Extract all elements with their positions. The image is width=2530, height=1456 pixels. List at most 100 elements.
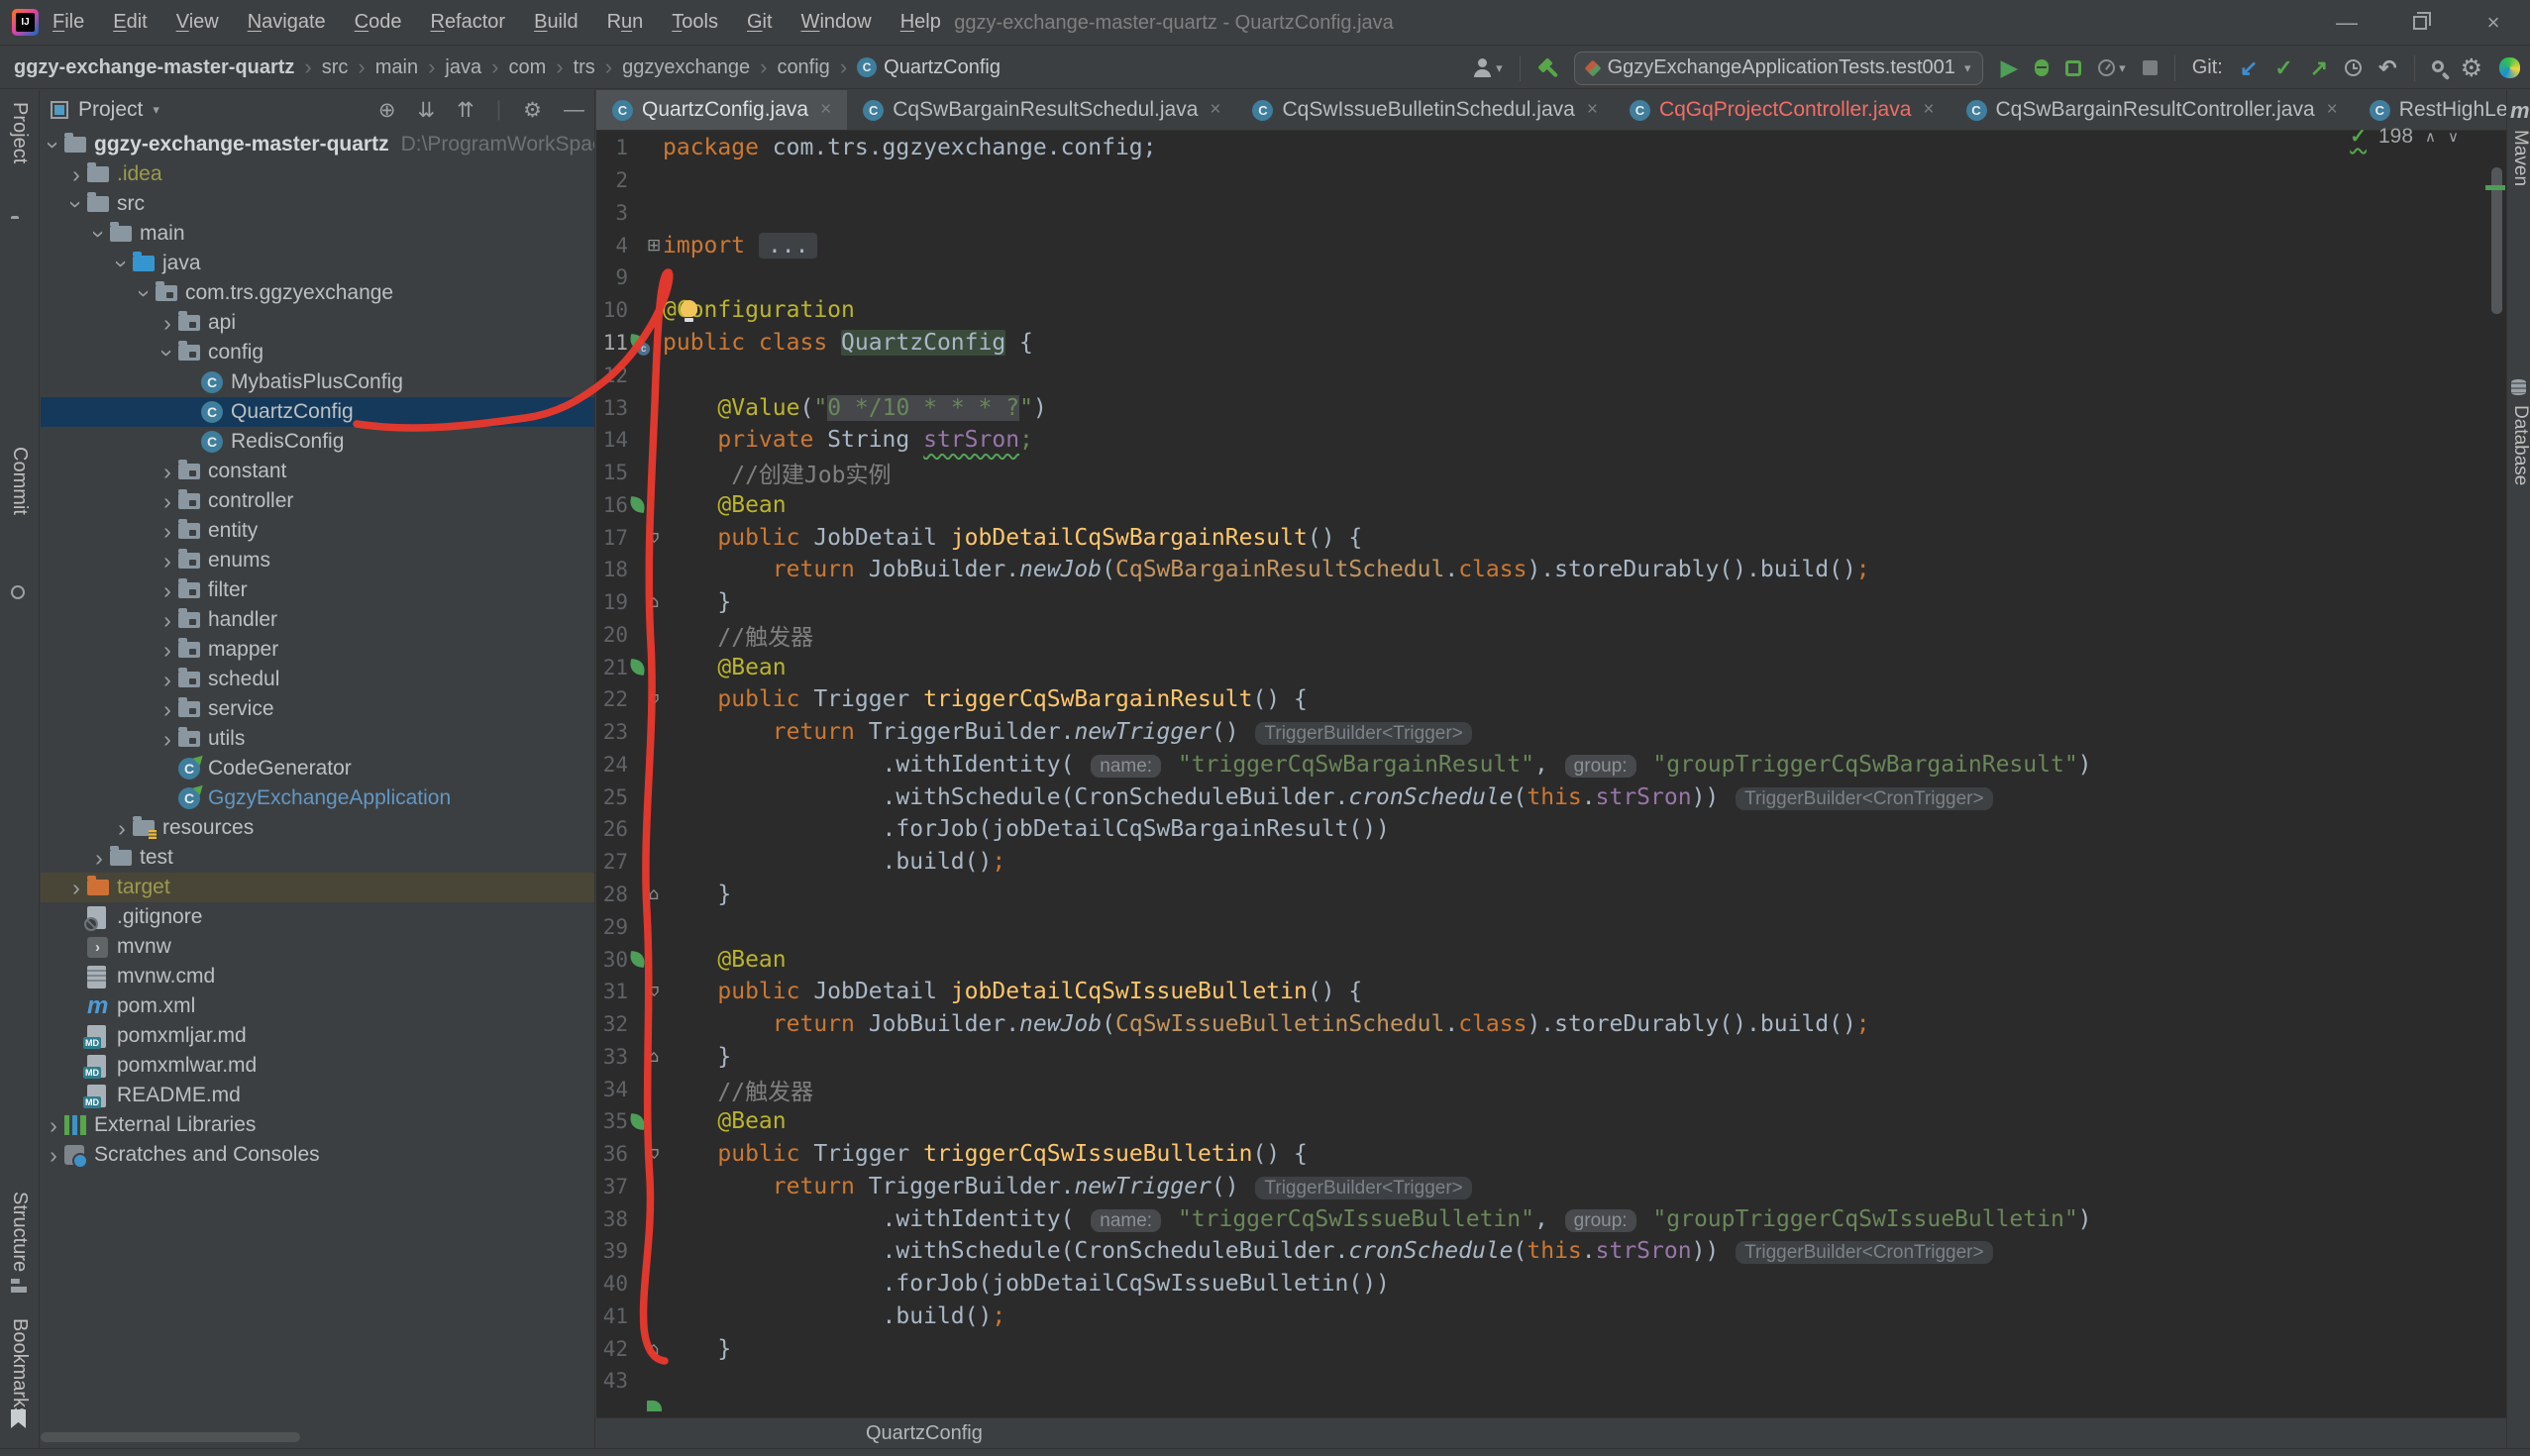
code-line-20[interactable]: 20 //触发器	[596, 618, 2506, 651]
code-line-28[interactable]: 28⌂ }	[596, 879, 2506, 911]
locate-file-button[interactable]: ⊕	[378, 98, 396, 123]
menu-build[interactable]: Build	[534, 11, 578, 34]
git-update-button[interactable]: ↙	[2240, 55, 2258, 81]
settings-button[interactable]: ⚙	[2461, 53, 2482, 83]
minimize-button[interactable]: —	[2310, 0, 2383, 46]
chevron-collapsed-icon[interactable]: ›	[65, 161, 87, 188]
menu-code[interactable]: Code	[355, 11, 402, 34]
search-everywhere-button[interactable]	[2432, 60, 2444, 72]
tree-item-schedul[interactable]: ›schedul	[41, 665, 594, 694]
fold-collapse-icon[interactable]: ⌂	[649, 982, 660, 1001]
tree-item-scratches-and-consoles[interactable]: ›Scratches and Consoles	[41, 1140, 594, 1170]
chevron-expanded-icon[interactable]: ›	[86, 223, 113, 245]
code-line-31[interactable]: 31⌂ public JobDetail jobDetailCqSwIssueB…	[596, 976, 2506, 1008]
tool-stripe-commit[interactable]: Commit	[8, 447, 31, 515]
code-line-9[interactable]: 9	[596, 261, 2506, 294]
close-button[interactable]: ×	[2457, 0, 2530, 46]
breadcrumb-item-src[interactable]: src	[322, 56, 349, 79]
tree-item-resources[interactable]: ›resources	[41, 813, 594, 843]
close-tab-icon[interactable]: ×	[1587, 99, 1598, 121]
tool-stripe-maven[interactable]: Maven	[2509, 130, 2530, 186]
breadcrumb-item-ggzyexchange[interactable]: ggzyexchange	[622, 56, 750, 79]
tree-item-controller[interactable]: ›controller	[41, 486, 594, 516]
code-line-13[interactable]: 13 @Value("0 */10 * * * ?")	[596, 391, 2506, 424]
tree-item-idea[interactable]: ›.idea	[41, 159, 594, 189]
tree-item-readme-md[interactable]: README.md	[41, 1081, 594, 1110]
chevron-collapsed-icon[interactable]: ›	[157, 637, 178, 664]
code-line-37[interactable]: 37 return TriggerBuilder.newTrigger() Tr…	[596, 1171, 2506, 1203]
tree-item-config[interactable]: ›config	[41, 338, 594, 367]
breadcrumb-class[interactable]: QuartzConfig	[866, 1422, 983, 1445]
database-icon[interactable]	[2511, 379, 2526, 395]
code-line-33[interactable]: 33⌂ }	[596, 1040, 2506, 1073]
tree-item-handler[interactable]: ›handler	[41, 605, 594, 635]
tree-item-entity[interactable]: ›entity	[41, 516, 594, 546]
tool-stripe-bookmarks[interactable]: Bookmarks	[8, 1318, 31, 1417]
tree-item-java[interactable]: ›java	[41, 249, 594, 278]
fold-end-icon[interactable]: ⌂	[649, 592, 660, 612]
code-line-42[interactable]: 42⌂ }	[596, 1332, 2506, 1365]
bookmarks-stripe-icon[interactable]	[11, 1409, 26, 1428]
chevron-expanded-icon[interactable]: ›	[109, 253, 136, 274]
close-tab-icon[interactable]: ×	[1210, 99, 1220, 121]
breadcrumb-item-ggzy-exchange-master-quartz[interactable]: ggzy-exchange-master-quartz	[14, 56, 294, 79]
tool-stripe-project[interactable]: Project	[8, 102, 31, 163]
code-line-30[interactable]: 30 @Bean	[596, 943, 2506, 976]
history-button[interactable]	[2345, 59, 2362, 76]
tab-quartzconfig-java[interactable]: CQuartzConfig.java×	[596, 90, 847, 130]
rollback-button[interactable]: ↶	[2378, 55, 2396, 81]
code-line-3[interactable]: 3	[596, 197, 2506, 230]
fold-end-icon[interactable]: ⌂	[649, 1047, 660, 1067]
menu-navigate[interactable]: Navigate	[248, 11, 326, 34]
structure-stripe-icon[interactable]	[11, 1279, 27, 1293]
chevron-collapsed-icon[interactable]: ›	[157, 488, 178, 515]
tree-item-redisconfig[interactable]: CRedisConfig	[41, 427, 594, 457]
chevron-collapsed-icon[interactable]: ›	[111, 815, 133, 842]
menu-edit[interactable]: Edit	[113, 11, 147, 34]
code-line-25[interactable]: 25 .withSchedule(CronScheduleBuilder.cro…	[596, 780, 2506, 813]
tab-cqswbargainresultcontroller-java[interactable]: CCqSwBargainResultController.java×	[1950, 90, 2354, 130]
chevron-collapsed-icon[interactable]: ›	[88, 845, 110, 872]
code-line-40[interactable]: 40 .forJob(jobDetailCqSwIssueBulletin())	[596, 1268, 2506, 1300]
code-line-16[interactable]: 16 @Bean	[596, 488, 2506, 521]
project-view-select[interactable]: Project	[78, 98, 143, 122]
chevron-expanded-icon[interactable]: ›	[41, 134, 67, 156]
menu-file[interactable]: File	[53, 11, 84, 34]
menu-refactor[interactable]: Refactor	[430, 11, 505, 34]
code-line-36[interactable]: 36⌂ public Trigger triggerCqSwIssueBulle…	[596, 1138, 2506, 1171]
code-line-43[interactable]: 43	[596, 1365, 2506, 1398]
menu-help[interactable]: Help	[900, 11, 941, 34]
fold-collapse-icon[interactable]: ⌂	[649, 1144, 660, 1164]
menu-view[interactable]: View	[176, 11, 219, 34]
code-line-26[interactable]: 26 .forJob(jobDetailCqSwBargainResult())	[596, 813, 2506, 846]
tree-item-gitignore[interactable]: .gitignore	[41, 902, 594, 932]
tree-item-constant[interactable]: ›constant	[41, 457, 594, 486]
tree-item-com-trs-ggzyexchange[interactable]: ›com.trs.ggzyexchange	[41, 278, 594, 308]
code-with-me-button[interactable]: ▾	[1474, 58, 1503, 77]
code-line-39[interactable]: 39 .withSchedule(CronScheduleBuilder.cro…	[596, 1235, 2506, 1268]
build-button[interactable]	[1537, 58, 1557, 78]
code-line-12[interactable]: 12	[596, 359, 2506, 391]
code-line-1[interactable]: 1package com.trs.ggzyexchange.config;	[596, 132, 2506, 164]
chevron-expanded-icon[interactable]: ›	[63, 193, 90, 215]
chevron-collapsed-icon[interactable]: ›	[157, 518, 178, 545]
fold-end-icon[interactable]: ⌂	[649, 884, 660, 904]
inspections-widget[interactable]: ✓ 198 ∧ ∨	[2350, 124, 2459, 149]
spring-config-gutter-icon[interactable]	[629, 334, 646, 351]
intention-bulb-icon[interactable]	[681, 300, 697, 317]
code-line-2[interactable]: 2	[596, 164, 2506, 197]
chevron-down-icon[interactable]: ▾	[153, 102, 159, 118]
breadcrumb-item-java[interactable]: java	[445, 56, 481, 79]
tree-item-mapper[interactable]: ›mapper	[41, 635, 594, 665]
tree-item-ggzy-exchange-master-quartz[interactable]: ›ggzy-exchange-master-quartzD:\ProgramWo…	[41, 130, 594, 159]
code-line-32[interactable]: 32 return JobBuilder.newJob(CqSwIssueBul…	[596, 1008, 2506, 1041]
spring-bean-gutter-icon[interactable]	[629, 1113, 646, 1130]
tab-cqgqprojectcontroller-java[interactable]: CCqGqProjectController.java×	[1614, 90, 1950, 130]
code-line-38[interactable]: 38 .withIdentity( name: "triggerCqSwIssu…	[596, 1202, 2506, 1235]
chevron-expanded-icon[interactable]: ›	[132, 282, 158, 304]
tool-stripe-database[interactable]: Database	[2509, 405, 2530, 485]
fold-end-icon[interactable]: ⌂	[649, 1339, 660, 1359]
tree-item-main[interactable]: ›main	[41, 219, 594, 249]
chevron-collapsed-icon[interactable]: ›	[157, 667, 178, 693]
chevron-collapsed-icon[interactable]: ›	[157, 577, 178, 604]
